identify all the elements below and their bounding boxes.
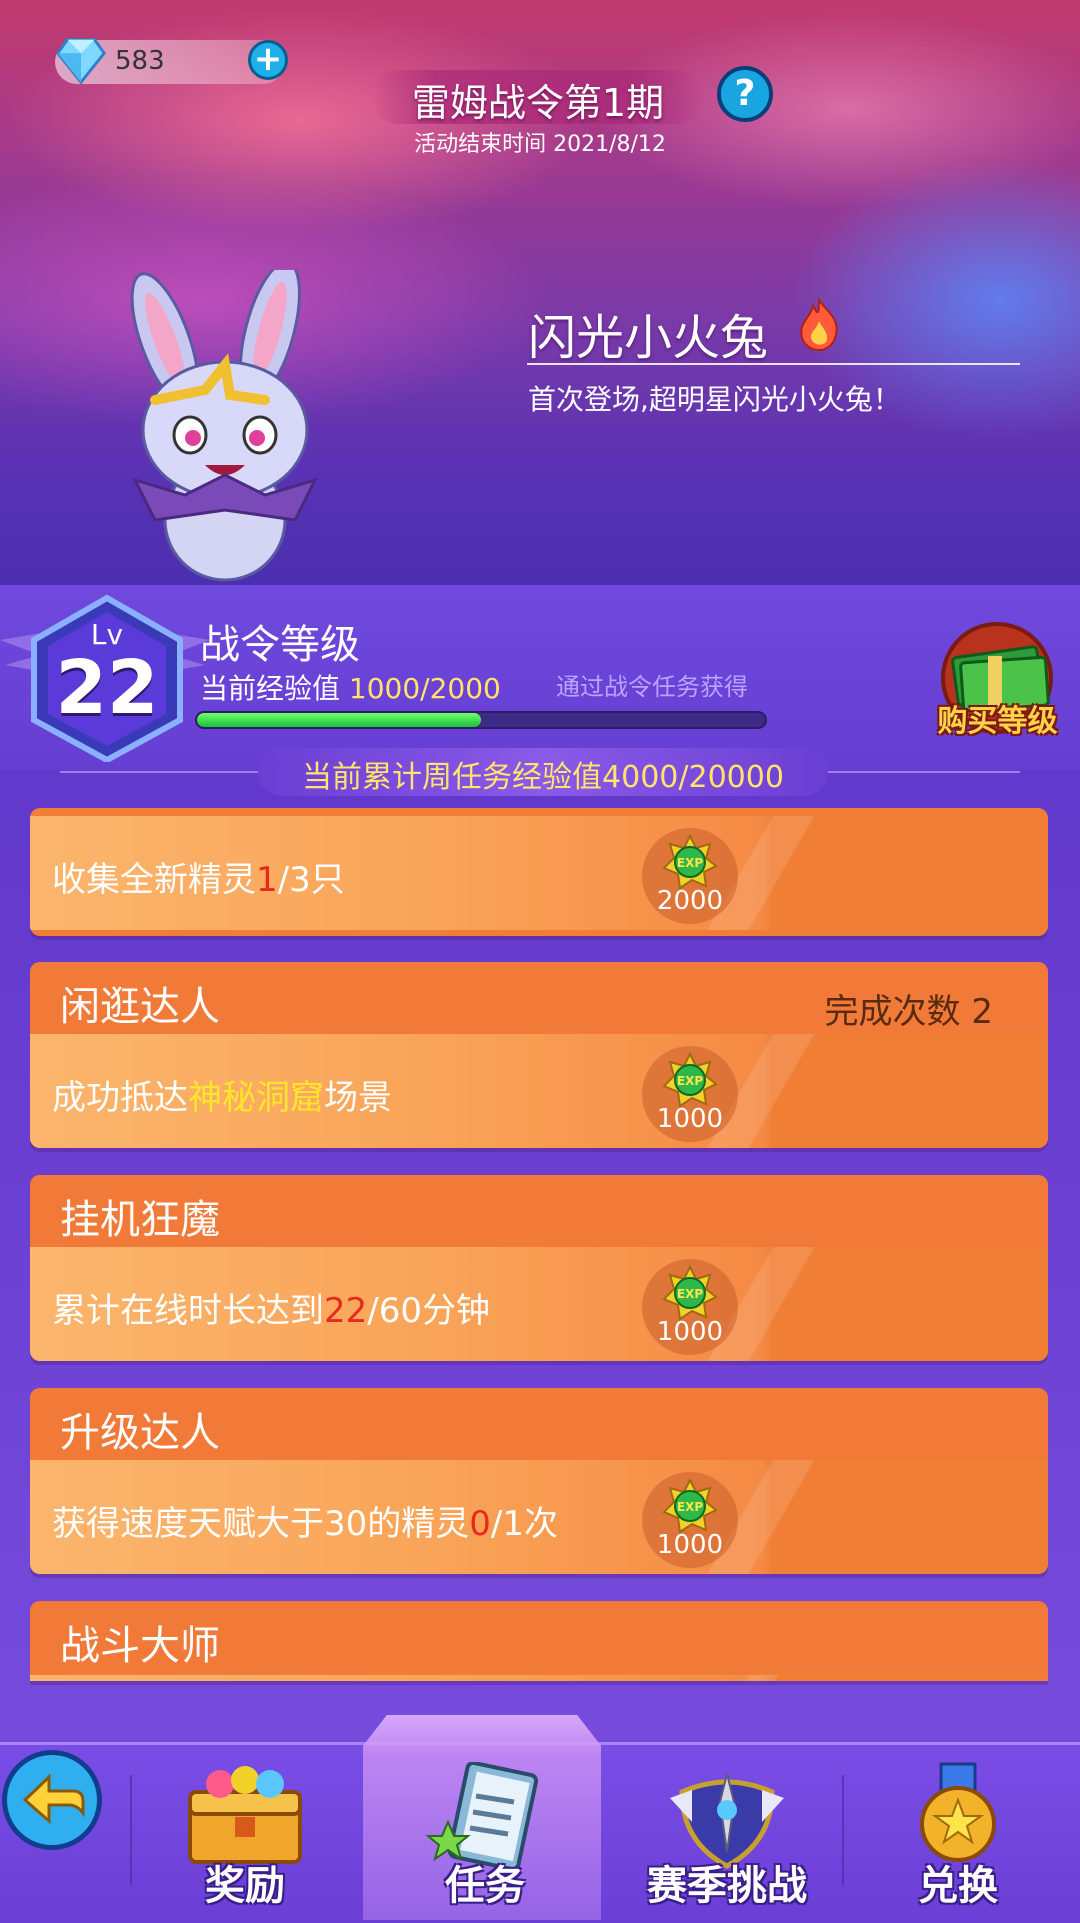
- exp-progress-bar: [195, 711, 767, 729]
- nav-season-challenge-tab[interactable]: 赛季挑战: [627, 1853, 827, 1911]
- exp-icon: EXP: [662, 1478, 718, 1534]
- task-body: 成功抵达神秘洞窟场景 EXP 1000: [30, 1034, 1048, 1148]
- level-title: 战令等级: [200, 622, 360, 668]
- task-header: 战斗大师: [30, 1601, 1048, 1673]
- add-currency-button[interactable]: +: [248, 40, 288, 80]
- task-header: 挂机狂魔: [30, 1175, 1048, 1247]
- task-description: 累计在线时长达到22/60分钟: [52, 1291, 490, 1331]
- task-title: 挂机狂魔: [60, 1197, 220, 1243]
- task-title: 战斗大师: [60, 1623, 220, 1669]
- diamond-icon: [55, 38, 107, 85]
- svg-text:EXP: EXP: [677, 856, 703, 870]
- back-arrow-icon: [22, 1773, 85, 1825]
- currency-value: 583: [115, 46, 165, 76]
- task-body: 获得速度天赋大于30的精灵0/1次 EXP 1000: [30, 1460, 1048, 1574]
- nav-divider: [130, 1775, 132, 1885]
- task-card: 战斗大师: [30, 1601, 1048, 1681]
- exp-reward: EXP 1000: [642, 1259, 738, 1355]
- exp-icon: EXP: [662, 1265, 718, 1321]
- exp-amount: 1000: [656, 1317, 724, 1347]
- nav-tasks-tab[interactable]: 任务: [385, 1853, 585, 1911]
- exp-amount: 2000: [656, 886, 724, 916]
- exp-amount: 1000: [656, 1530, 724, 1560]
- task-card: 挂机狂魔 累计在线时长达到22/60分钟 EXP 1000: [30, 1175, 1048, 1361]
- exp-value: 1000/2000: [348, 672, 501, 705]
- task-title: 闲逛达人: [60, 984, 220, 1030]
- exp-progress-fill: [197, 713, 481, 727]
- page-title: 雷姆战令第1期: [411, 81, 665, 125]
- task-body: 累计在线时长达到22/60分钟 EXP 1000: [30, 1247, 1048, 1361]
- task-description: 成功抵达神秘洞窟场景: [52, 1078, 392, 1118]
- exp-reward: EXP 1000: [642, 1046, 738, 1142]
- task-header: 升级达人: [30, 1388, 1048, 1460]
- svg-text:EXP: EXP: [677, 1500, 703, 1514]
- task-header: 闲逛达人 完成次数 2: [30, 962, 1048, 1034]
- task-description: 收集全新精灵1/3只: [52, 860, 345, 900]
- event-end-time: 活动结束时间 2021/8/12: [414, 132, 666, 157]
- buy-level-button[interactable]: 购买等级: [925, 696, 1070, 740]
- exp-source: 通过战令任务获得: [556, 673, 748, 701]
- divider: [527, 363, 1020, 365]
- exp-amount: 1000: [656, 1104, 724, 1134]
- task-card: 升级达人 获得速度天赋大于30的精灵0/1次 EXP 1000: [30, 1388, 1048, 1574]
- exp-reward: EXP 1000: [642, 1472, 738, 1568]
- pet-name: 闪光小火兔: [528, 310, 769, 366]
- fire-element-icon: [800, 296, 838, 352]
- nav-exchange-tab[interactable]: 兑换: [858, 1853, 1058, 1911]
- completion-count: 完成次数 2: [824, 992, 993, 1032]
- pet-description: 首次登场,超明星闪光小火兔！: [528, 383, 901, 416]
- weekly-exp-text: 当前累计周任务经验值4000/20000: [302, 760, 784, 795]
- exp-icon: EXP: [662, 834, 718, 890]
- back-button[interactable]: [2, 1750, 102, 1850]
- pet-illustration: [130, 270, 318, 582]
- nav-rewards-tab[interactable]: 奖励: [145, 1853, 345, 1911]
- task-body: [30, 1675, 1048, 1681]
- level-number: 22: [55, 645, 159, 731]
- exp-reward: EXP 2000: [642, 828, 738, 924]
- exp-icon: EXP: [662, 1052, 718, 1108]
- exp-label: 当前经验值 1000/2000: [200, 667, 501, 707]
- svg-text:EXP: EXP: [677, 1287, 703, 1301]
- exp-label-text: 当前经验值: [200, 672, 341, 705]
- svg-text:EXP: EXP: [677, 1074, 703, 1088]
- task-card: 收集全新精灵1/3只 EXP 2000: [30, 808, 1048, 936]
- nav-divider: [842, 1775, 844, 1885]
- help-button[interactable]: ?: [717, 66, 773, 122]
- task-title: 升级达人: [60, 1410, 220, 1456]
- task-description: 获得速度天赋大于30的精灵0/1次: [52, 1504, 558, 1544]
- task-body: 收集全新精灵1/3只 EXP 2000: [30, 816, 1048, 930]
- task-card: 闲逛达人 完成次数 2 成功抵达神秘洞窟场景 EXP 1000: [30, 962, 1048, 1148]
